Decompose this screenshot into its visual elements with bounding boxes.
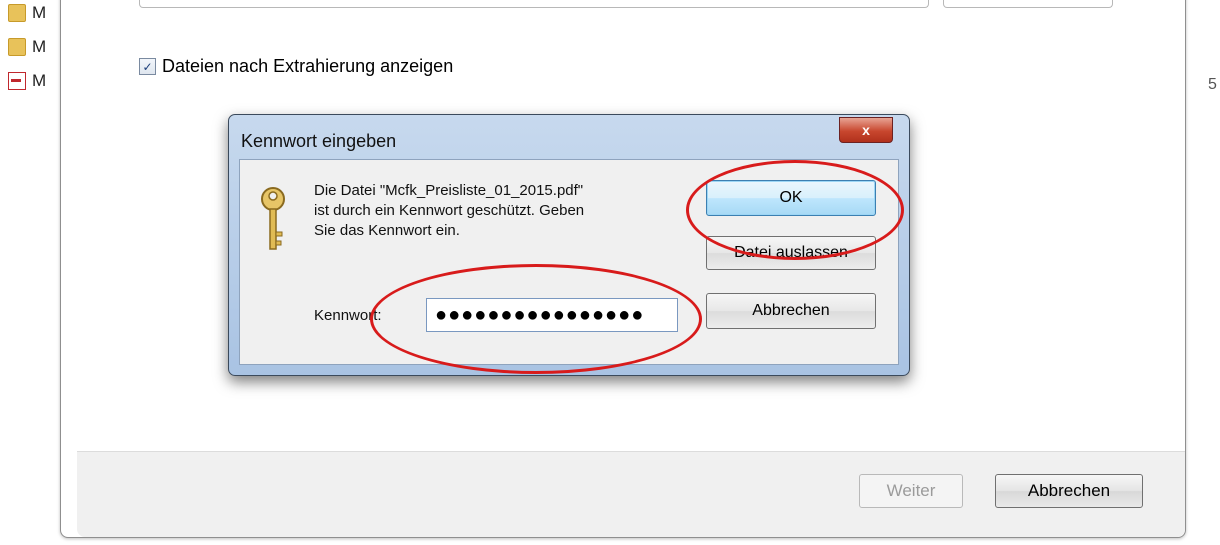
folder-icon: [8, 4, 26, 22]
close-button[interactable]: x: [839, 117, 893, 143]
key-icon: [261, 187, 285, 250]
background-text: 5: [1208, 76, 1217, 93]
list-item-label: M: [32, 71, 47, 90]
password-dialog: Kennwort eingeben x Die Datei "Mcfk_Prei…: [228, 114, 910, 376]
show-files-checkbox[interactable]: ✓: [139, 58, 156, 75]
path-field[interactable]: [139, 0, 929, 8]
dialog-message: Die Datei "Mcfk_Preisliste_01_2015.pdf" …: [314, 181, 694, 241]
background-list-item[interactable]: M: [8, 36, 46, 58]
background-list-item[interactable]: M: [8, 70, 46, 92]
dialog-title: Kennwort eingeben: [241, 131, 397, 151]
background-list-item[interactable]: M: [8, 2, 46, 24]
list-item-label: M: [32, 37, 47, 56]
password-input[interactable]: ●●●●●●●●●●●●●●●●: [426, 298, 678, 332]
show-files-label: Dateien nach Extrahierung anzeigen: [162, 56, 454, 76]
skip-file-button[interactable]: Datei auslassen: [706, 236, 876, 270]
message-line: Die Datei "Mcfk_Preisliste_01_2015.pdf": [314, 182, 584, 199]
next-button[interactable]: Weiter: [859, 474, 963, 508]
folder-icon: [8, 38, 26, 56]
cancel-button[interactable]: Abbrechen: [995, 474, 1143, 508]
ok-button[interactable]: OK: [706, 180, 876, 216]
password-label: Kennwort:: [314, 307, 382, 324]
message-line: Sie das Kennwort ein.: [314, 222, 460, 239]
message-line: ist durch ein Kennwort geschützt. Geben: [314, 202, 585, 219]
cancel-dialog-button[interactable]: Abbrechen: [706, 293, 876, 329]
window-footer: Weiter Abbrechen: [77, 451, 1185, 537]
close-icon: x: [862, 122, 870, 138]
browse-button[interactable]: [943, 0, 1113, 8]
list-item-label: M: [32, 3, 47, 22]
dialog-body: Die Datei "Mcfk_Preisliste_01_2015.pdf" …: [239, 159, 899, 365]
pdf-file-icon: [8, 72, 26, 90]
show-files-option[interactable]: ✓ Dateien nach Extrahierung anzeigen: [139, 56, 453, 77]
